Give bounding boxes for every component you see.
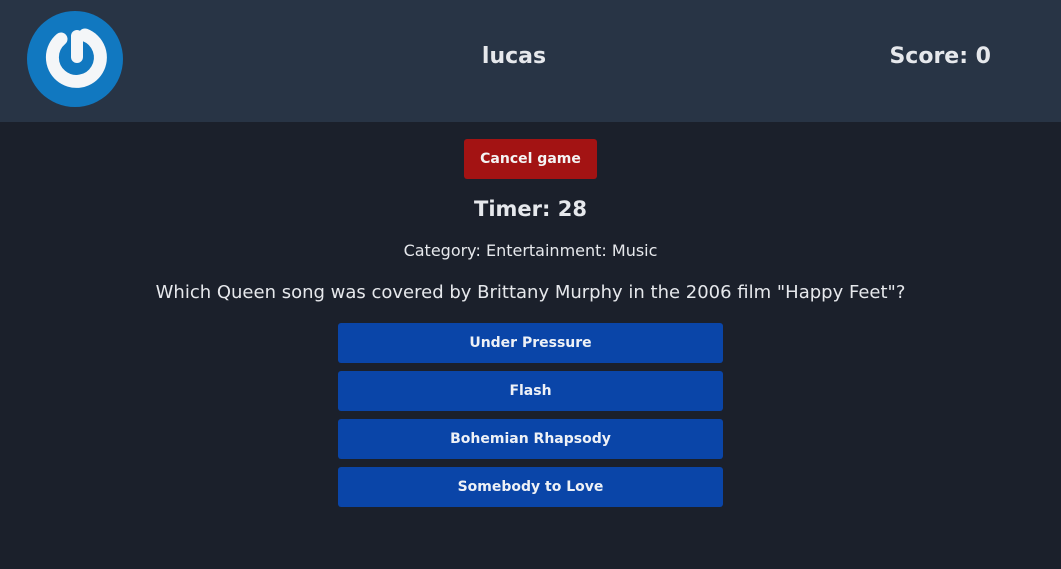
question: Which Queen song was covered by Brittany…: [155, 282, 906, 303]
header: lucas Score: 0: [0, 0, 1061, 122]
category: Category: Entertainment: Music: [403, 241, 658, 260]
timer: Timer: 28: [474, 197, 587, 221]
username: lucas: [481, 44, 547, 69]
game-panel: Cancel game Timer: 28 Category: Entertai…: [0, 122, 1061, 507]
answer-button[interactable]: Somebody to Love: [338, 467, 723, 507]
cancel-game-button[interactable]: Cancel game: [464, 139, 597, 179]
answer-button[interactable]: Under Pressure: [338, 323, 723, 363]
answer-list: Under Pressure Flash Bohemian Rhapsody S…: [338, 323, 723, 507]
score: Score: 0: [889, 44, 991, 69]
answer-button[interactable]: Flash: [338, 371, 723, 411]
answer-button[interactable]: Bohemian Rhapsody: [338, 419, 723, 459]
